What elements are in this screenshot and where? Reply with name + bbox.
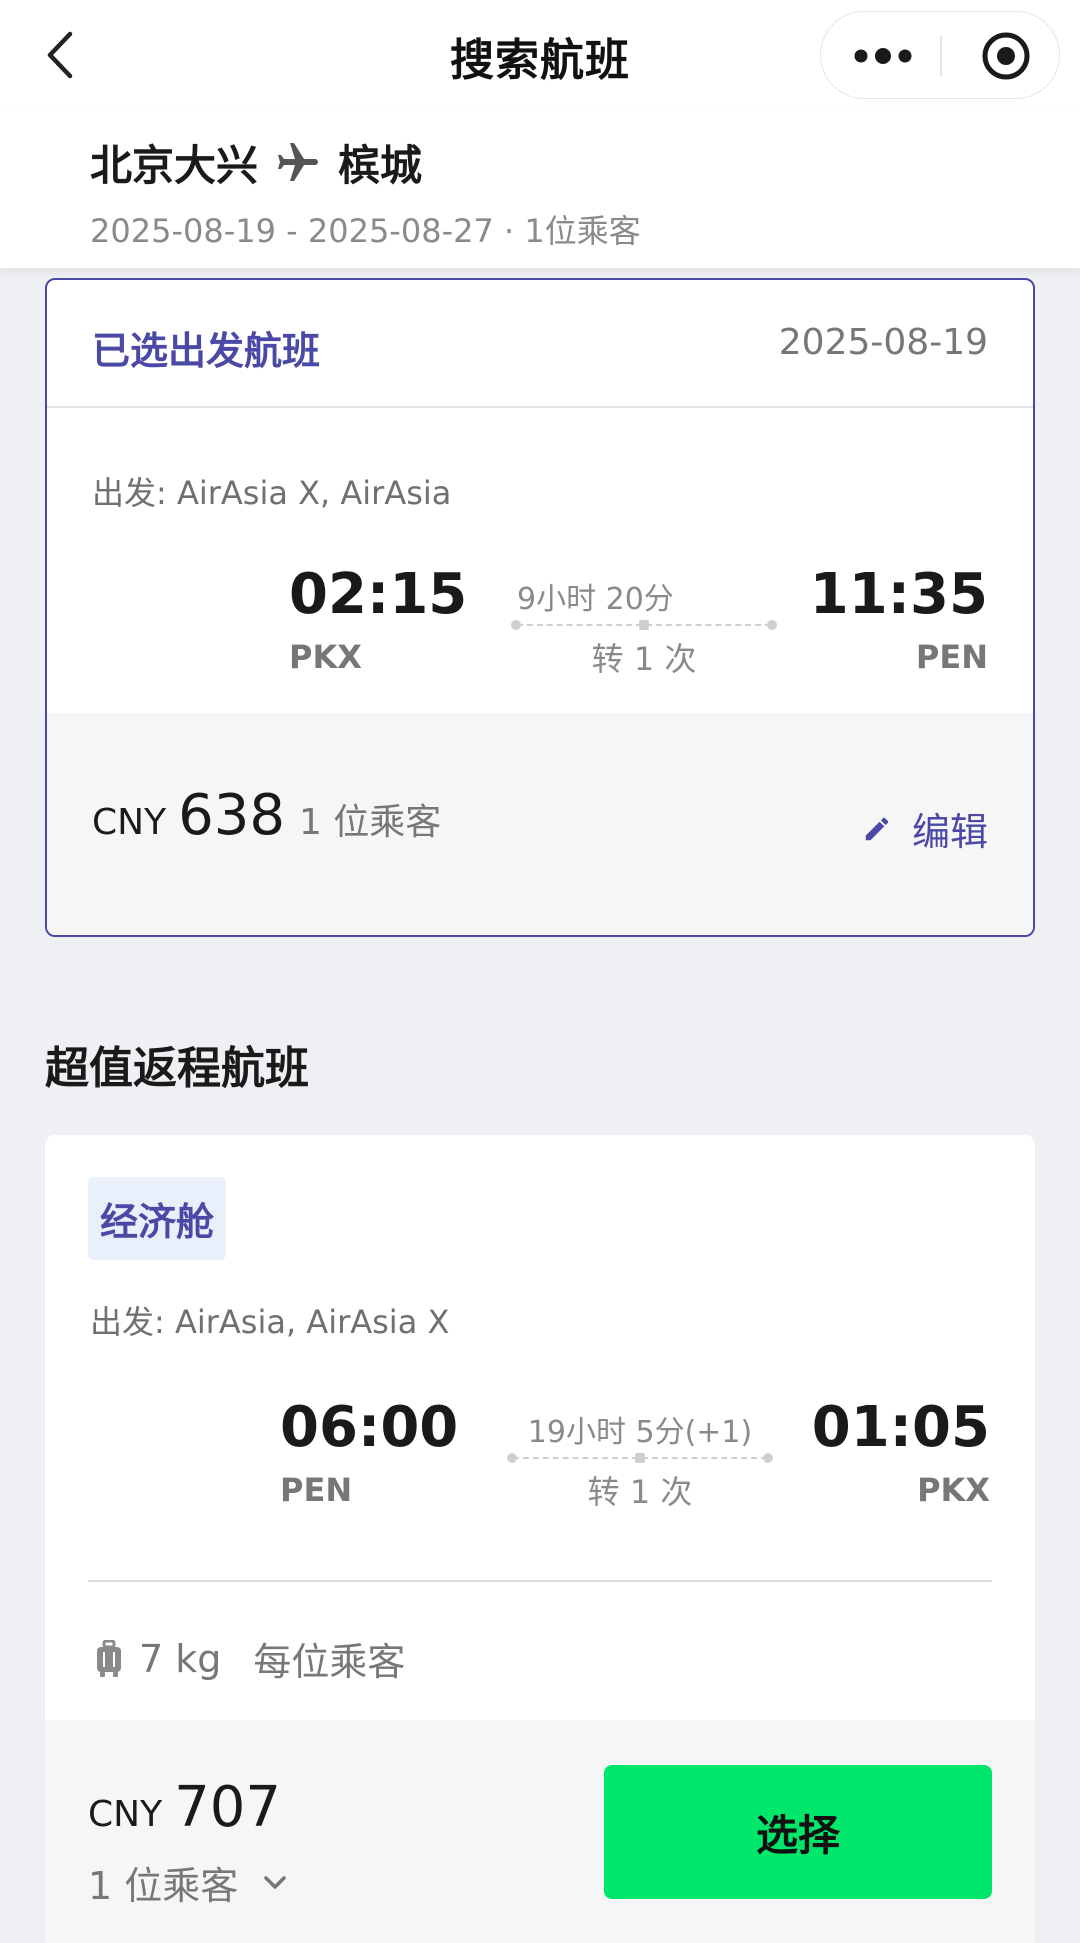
return-stops: 转 1 次 [587,1473,693,1511]
mini-program-capsule [820,11,1060,99]
outbound-dep-time: 02:15 [289,562,468,627]
close-miniprogram-button[interactable] [942,12,1059,98]
flight-search-page: 搜索航班 北京大兴 槟城 2025-08-19 - 2025-08-27 · 1… [0,0,1080,1943]
return-dep-code: PEN [280,1471,353,1509]
baggage-weight: 7 kg [139,1636,222,1681]
baggage-allowance: 7 kg 每位乘客 [95,1631,405,1686]
top-nav-bar: 搜索航班 [0,0,1080,110]
return-price: CNY 707 [88,1775,295,1840]
selected-date: 2025-08-19 [778,322,988,363]
route-summary: 北京大兴 槟城 [90,132,422,193]
select-button[interactable]: 选择 [604,1765,992,1899]
luggage-icon [97,1639,121,1677]
return-section-title: 超值返程航班 [45,1043,309,1094]
edit-label: 编辑 [911,810,988,854]
passenger-count-label: 1 位乘客 [88,1864,239,1908]
outbound-stops: 转 1 次 [591,640,697,678]
selected-card-footer: CNY 638 1 位乘客 编辑 [47,713,1033,935]
return-arr-code: PKX [917,1471,990,1509]
outbound-route-line [511,618,777,632]
chevron-down-icon [264,1875,287,1889]
return-card-footer: CNY 707 1 位乘客 选择 [45,1720,1035,1943]
passenger-count-dropdown[interactable]: 1 位乘客 [88,1855,288,1910]
card-divider [88,1580,992,1582]
price-amount: 707 [174,1775,281,1840]
edit-button[interactable]: 编辑 [862,801,988,856]
airplane-icon [278,142,319,181]
selected-label: 已选出发航班 [92,329,321,373]
return-arr-time: 01:05 [811,1395,990,1460]
route-header: 北京大兴 槟城 2025-08-19 - 2025-08-27 · 1位乘客 [0,110,1080,268]
more-dots-icon [854,48,912,64]
return-flight-card[interactable]: 经济舱 出发: AirAsia, AirAsia X 06:00 PEN 19小… [45,1135,1035,1943]
origin-city: 北京大兴 [90,141,259,190]
outbound-arr-time: 11:35 [809,562,988,627]
price-currency: CNY [92,802,167,843]
outbound-price: CNY 638 1 位乘客 [92,783,441,848]
selected-card-header: 已选出发航班 2025-08-19 [47,280,1033,408]
outbound-carrier: 出发: AirAsia X, AirAsia [92,474,452,512]
target-close-icon [982,32,1030,80]
destination-city: 槟城 [338,141,423,190]
return-duration: 19小时 5分(+1) [527,1415,753,1450]
return-dep-time: 06:00 [280,1395,459,1460]
price-amount: 638 [178,783,285,848]
cabin-class-badge: 经济舱 [88,1177,227,1260]
outbound-arr-code: PEN [915,638,988,676]
pencil-icon [865,817,889,840]
baggage-note: 每位乘客 [253,1640,406,1684]
trip-dates-passengers: 2025-08-19 - 2025-08-27 · 1位乘客 [90,212,641,250]
price-currency: CNY [88,1794,163,1835]
selected-outbound-card: 已选出发航班 2025-08-19 出发: AirAsia X, AirAsia… [45,278,1035,937]
return-route-line [507,1451,773,1465]
price-passengers: 1 位乘客 [298,802,442,843]
return-carrier: 出发: AirAsia, AirAsia X [90,1303,450,1341]
outbound-dep-code: PKX [289,638,362,676]
more-button[interactable] [821,12,939,98]
outbound-duration: 9小时 20分 [517,582,674,617]
